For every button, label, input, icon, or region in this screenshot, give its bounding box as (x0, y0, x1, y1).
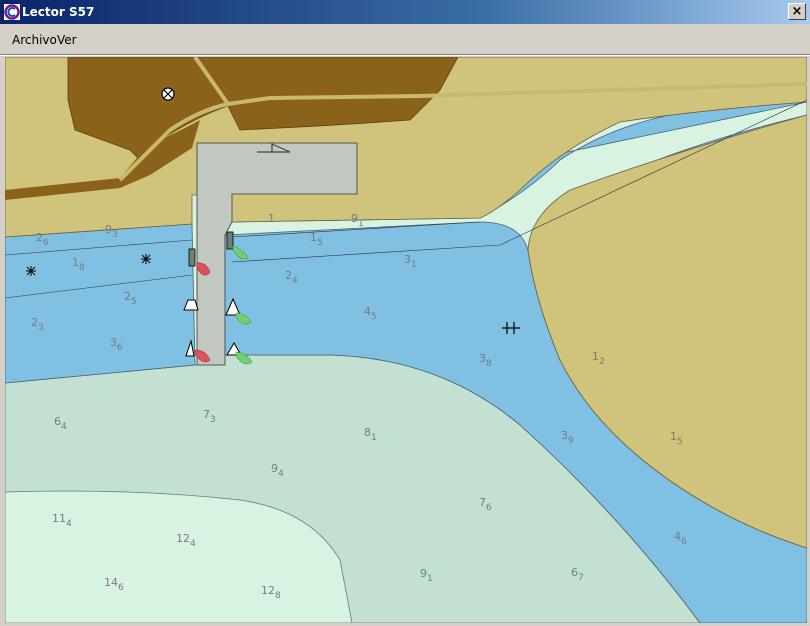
menu-archivo[interactable]: Archivo (12, 33, 57, 47)
close-button[interactable]: × (788, 3, 806, 20)
window-title: Lector S57 (22, 5, 95, 19)
chart-map-canvas[interactable]: 2693182523361 9115243145381239 15647381947… (5, 57, 807, 623)
menu-bar: Archivo Ver (0, 24, 810, 54)
obstruction-icon (26, 266, 36, 276)
light-post-icon (188, 248, 196, 267)
menu-ver[interactable]: Ver (57, 33, 77, 47)
chart-map[interactable]: 26 93 18 25 23 36 1 91 15 24 31 45 38 12 39 15 64 73 81 94 7… (5, 57, 807, 623)
app-icon (4, 4, 20, 20)
obstruction-icon (141, 254, 151, 264)
menu-separator (0, 54, 810, 56)
shallow-water-area (5, 223, 196, 384)
light-post-icon (226, 231, 234, 250)
wreck-icon (161, 87, 175, 101)
sounding-label: 1 (268, 212, 275, 225)
title-bar: Lector S57 × (0, 0, 810, 24)
